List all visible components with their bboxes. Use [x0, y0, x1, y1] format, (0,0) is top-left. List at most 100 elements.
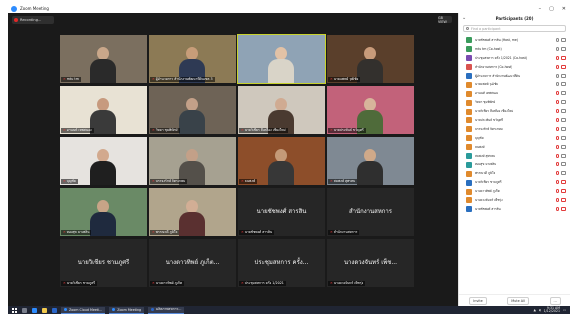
search-input[interactable] [471, 26, 561, 31]
camera-icon[interactable] [561, 126, 566, 131]
participant-row[interactable]: นายชัชพงศ์ สารสิน [459, 205, 570, 214]
network-icon[interactable]: ▲ [534, 308, 536, 312]
clock[interactable]: 9:31 AM 1/12/2021 [544, 306, 560, 314]
participant-row[interactable]: บุญชัย [459, 134, 570, 143]
file-explorer-icon[interactable] [42, 307, 47, 313]
close-button[interactable]: ✕ [562, 6, 566, 12]
name-tile[interactable]: นางดาวทิพย์ ภูเก็ต... ✕นางดาวทิพย์ ภูเก็ต [149, 239, 236, 287]
muted-mic-icon[interactable] [556, 162, 559, 167]
word-icon[interactable] [52, 307, 57, 313]
muted-mic-icon[interactable] [556, 198, 559, 203]
camera-icon[interactable] [561, 91, 566, 96]
muted-mic-icon[interactable] [556, 135, 559, 140]
participant-row[interactable]: อานนท์ เทพสนอง [459, 89, 570, 98]
participant-row[interactable]: ประชุมสหการ ครั้ง 1/2021 (Co-host) [459, 54, 570, 63]
name-tile[interactable]: นางดวงจันทร์ เพ็ช... ✕นางดวงจันทร์ เพ็ชรุ… [327, 239, 414, 287]
muted-mic-icon[interactable] [556, 144, 559, 149]
participant-row[interactable]: นายชัชพงศ์ สารสิน (Host, me) [459, 36, 570, 45]
participant-row[interactable]: mtu tm (Co-host) [459, 45, 570, 54]
camera-off-icon[interactable] [561, 55, 566, 60]
participant-row[interactable]: พรรณวดี ภูมิใจ [459, 169, 570, 178]
camera-icon[interactable] [561, 144, 566, 149]
name-tile[interactable]: นายวิเชียร ชามภูศรี ✕นายวิเชียร ชามภูศรี [60, 239, 147, 287]
minimize-button[interactable]: – [539, 6, 542, 12]
view-button[interactable]: GB VIEW [438, 16, 452, 24]
name-tile[interactable]: สำนักงานสหการ ✕สำนักงานสหการ [327, 188, 414, 236]
camera-icon[interactable] [561, 73, 566, 78]
collapse-chevron-icon[interactable]: ⌄ [462, 15, 466, 21]
muted-mic-icon[interactable] [556, 126, 559, 131]
muted-mic-icon[interactable] [556, 153, 559, 158]
participant-row[interactable]: ธนพงษ์ [459, 143, 570, 152]
camera-icon[interactable] [561, 171, 566, 176]
muted-mic-icon[interactable] [556, 100, 559, 105]
muted-mic-icon[interactable] [556, 171, 559, 176]
participant-row[interactable]: นางดวงจันทร์ เพ็ชรุ่ง [459, 196, 570, 205]
video-tile[interactable] [237, 34, 326, 84]
muted-mic-icon[interactable] [556, 180, 559, 185]
camera-icon[interactable] [561, 100, 566, 105]
video-tile[interactable]: ✕mtu tm [60, 35, 147, 83]
participant-row[interactable]: บรรจงรักษ์ จิตรเกษม [459, 125, 570, 134]
participant-row[interactable]: นายแพทย์ วุฒิชัย [459, 80, 570, 89]
participant-search[interactable] [463, 25, 566, 32]
video-tile[interactable]: ✕สมพงษ์ สุพรหม [327, 137, 414, 185]
video-tile[interactable]: ✕บุญชัย [60, 137, 147, 185]
taskbar-app-zoom-cloud[interactable]: Zoom Cloud Meeti... [61, 306, 106, 314]
volume-icon[interactable]: ◖ [539, 308, 541, 312]
mic-icon[interactable] [556, 73, 559, 78]
video-tile[interactable]: ✕ธนพงษ์ [238, 137, 325, 185]
video-tile[interactable]: ✕วิทยา ชุมพิทักษ์ [149, 86, 236, 134]
maximize-button[interactable]: ▢ [549, 6, 554, 12]
video-tile[interactable]: ✕นายวิเชียร สีเหลือง เชียงใหม่ [238, 86, 325, 134]
mic-icon[interactable] [556, 82, 559, 87]
muted-mic-icon[interactable] [556, 55, 559, 60]
video-tile[interactable]: ✕ผู้อำนวยการ สำนักงานพัฒนาที่ดินเขต 3 [149, 35, 236, 83]
camera-icon[interactable] [561, 38, 566, 42]
video-tile[interactable]: ✕พรรณวดี ภูมิใจ [149, 188, 236, 236]
camera-off-icon[interactable] [561, 64, 566, 69]
camera-off-icon[interactable] [561, 180, 566, 185]
camera-icon[interactable] [561, 118, 566, 123]
mute-all-button[interactable]: Mute All [507, 296, 530, 305]
taskbar-app-document[interactable]: ผลิตภาพสหการ... [148, 306, 185, 314]
notification-icon[interactable]: ▭ [563, 308, 566, 312]
muted-mic-icon[interactable] [556, 91, 559, 96]
participant-row[interactable]: นายวิเชียร สีเหลือง เชียงใหม่ [459, 107, 570, 116]
more-button[interactable]: ... [549, 296, 561, 305]
mic-icon[interactable] [556, 38, 559, 42]
participant-row[interactable]: ผู้อำนวยการ สำนักงานพัฒนาที่ดิน [459, 72, 570, 81]
video-tile[interactable]: ✕นายประพันธ์ ขวัญศรี [327, 86, 414, 134]
participant-row[interactable]: สมพงษ์ สุพรหม [459, 152, 570, 161]
video-tile[interactable]: ✕ทองสุข มาเพลิน [60, 188, 147, 236]
mic-icon[interactable] [556, 46, 559, 51]
search-taskbar-icon[interactable] [22, 307, 27, 313]
participant-row[interactable]: วิทยา ชุมพิทักษ์ [459, 98, 570, 107]
video-tile[interactable]: ✕บรรจงรักษ์ จิตรเกษม [149, 137, 236, 185]
camera-icon[interactable] [561, 162, 566, 167]
camera-icon[interactable] [561, 109, 566, 114]
participant-row[interactable]: ทองสุข มาเพลิน [459, 160, 570, 169]
muted-mic-icon[interactable] [556, 64, 559, 69]
video-tile[interactable]: ✕อานนท์ เทพสนอง [60, 86, 147, 134]
participant-row[interactable]: สำนักงานสหการ (Co-host) [459, 63, 570, 72]
participant-row[interactable]: นายประพันธ์ ขวัญศรี [459, 116, 570, 125]
video-tile[interactable]: ✕นายแพทย์ วุฒิชัย [327, 35, 414, 83]
participant-row[interactable]: นายวิเชียร ชามภูศรี [459, 178, 570, 187]
muted-mic-icon[interactable] [556, 118, 559, 123]
muted-mic-icon[interactable] [556, 206, 559, 211]
invite-button[interactable]: Invite [469, 296, 487, 305]
edge-browser-icon[interactable] [32, 307, 37, 313]
name-tile[interactable]: นายชัชพงศ์ สารสิน ✕นายชัชพงศ์ สารสิน [238, 188, 325, 236]
camera-icon[interactable] [561, 135, 566, 140]
recording-indicator[interactable]: Recording... [12, 16, 54, 24]
muted-mic-icon[interactable] [556, 189, 559, 194]
name-tile[interactable]: ประชุมสหการ ครั้ง... ✕ประชุมสหการ ครั้ง 1… [238, 239, 325, 287]
taskbar-app-zoom-meeting[interactable]: Zoom Meeting [109, 306, 145, 314]
windows-start-icon[interactable] [12, 307, 17, 313]
muted-mic-icon[interactable] [556, 109, 559, 114]
camera-off-icon[interactable] [561, 206, 566, 211]
camera-icon[interactable] [561, 82, 566, 87]
camera-off-icon[interactable] [561, 198, 566, 203]
camera-icon[interactable] [561, 46, 566, 51]
